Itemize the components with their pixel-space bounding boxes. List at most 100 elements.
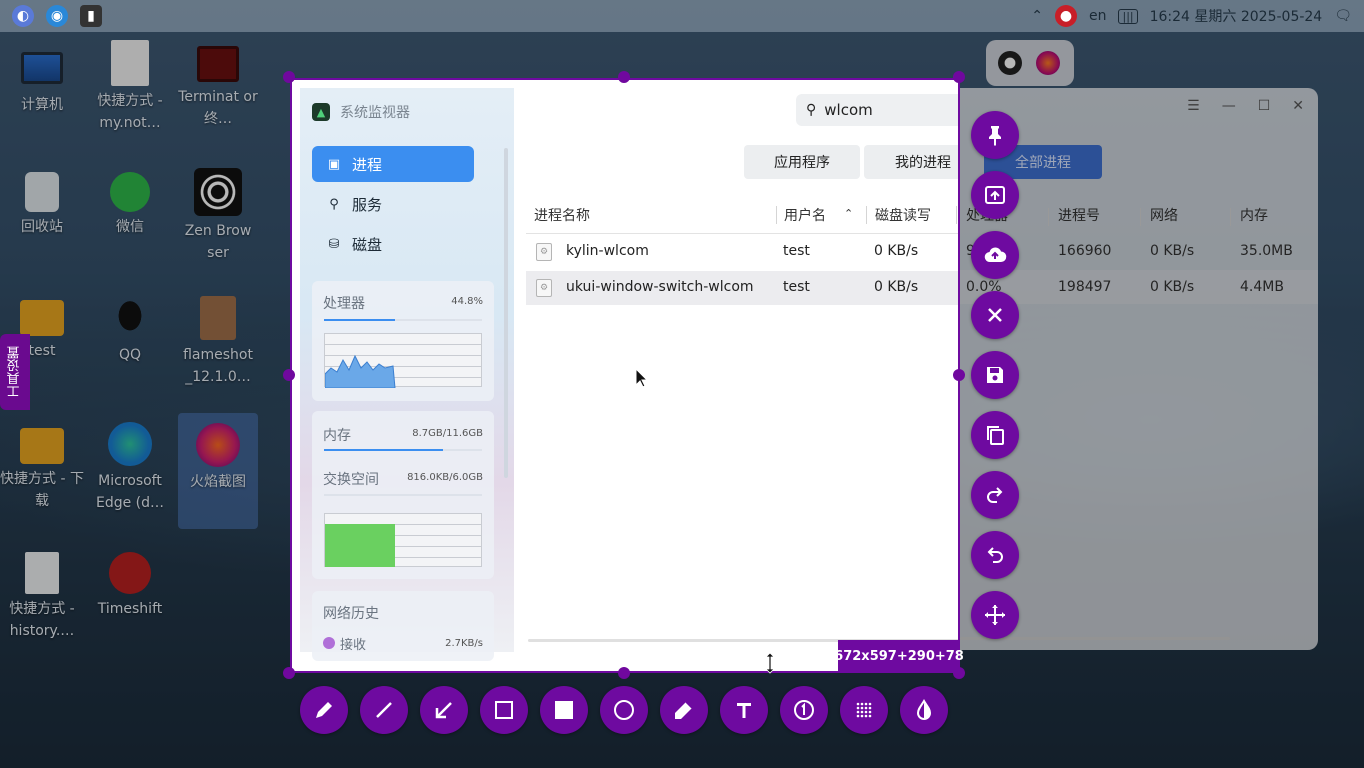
marker-icon: [675, 701, 693, 719]
sidebar-item-disk[interactable]: ⛁ 磁盘: [312, 226, 474, 262]
open-with-icon: [985, 186, 1005, 204]
system-monitor-logo-icon: ▲: [312, 103, 330, 121]
multitask-icon[interactable]: ▮: [80, 5, 102, 27]
text-icon: [737, 703, 751, 718]
sort-chevron-up-icon[interactable]: ⌃: [844, 207, 853, 220]
sidebar-item-process[interactable]: ▣ 进程: [312, 146, 474, 182]
cpu-usage-bar: [324, 319, 482, 321]
rectangle-icon: [495, 701, 513, 719]
header-divider: [526, 233, 958, 234]
undo-button[interactable]: [971, 531, 1019, 579]
receive-dot-icon: [323, 637, 335, 649]
line-icon: [376, 702, 392, 718]
process-gear-icon: ⚙: [536, 279, 552, 297]
system-monitor-window: ▲ 系统监视器 ▣ 进程 ⚲ 服务 ⛁ 磁盘 处理器 44.8% 内存 8.7G…: [300, 88, 958, 661]
resize-handle-left[interactable]: [283, 369, 295, 381]
close-icon: [988, 308, 1002, 322]
filled-rectangle-icon: [555, 701, 573, 719]
cpu-history-graph: [324, 333, 482, 388]
process-icon: ▣: [327, 156, 341, 172]
arrow-icon: [435, 702, 452, 719]
table-row[interactable]: ⚙ kylin-wlcom test 0 KB/s: [526, 235, 958, 269]
memory-card[interactable]: 内存 8.7GB/11.6GB 交换空间 816.0KB/6.0GB: [312, 411, 494, 579]
header-separator: [956, 206, 957, 224]
start-menu-icon[interactable]: ◐: [12, 5, 34, 27]
sidebar: ▲ 系统监视器 ▣ 进程 ⚲ 服务 ⛁ 磁盘 处理器 44.8% 内存 8.7G…: [300, 88, 514, 661]
circle-counter-icon: [794, 700, 814, 720]
undo-icon: [987, 547, 1003, 563]
circle-tool-button[interactable]: [600, 686, 648, 734]
open-with-button[interactable]: [971, 171, 1019, 219]
text-tool-button[interactable]: [720, 686, 768, 734]
marker-tool-button[interactable]: [660, 686, 708, 734]
memory-usage-bar: [324, 449, 482, 451]
mixer-icon[interactable]: |||: [1118, 8, 1138, 24]
top-panel: ◐ ◉ ▮ ⌃ ● en ||| 16:24 星期六 2025-05-24 🗨: [0, 0, 1364, 32]
tool-settings-tab[interactable]: 工具设置: [0, 334, 30, 410]
mouse-pointer-icon: [635, 368, 649, 388]
resize-handle-top[interactable]: [618, 71, 630, 83]
header-separator: [776, 206, 777, 224]
pin-icon: [989, 126, 1001, 146]
chevron-up-icon[interactable]: ⌃: [1031, 8, 1043, 24]
cpu-card[interactable]: 处理器 44.8%: [312, 281, 494, 401]
rectangle-tool-button[interactable]: [480, 686, 528, 734]
move-icon: [985, 605, 1005, 625]
main-content: ⚲ wlcom 应用程序 我的进程 进程名称 用户名 ⌃ 磁盘读写 ⚙ kyli…: [514, 88, 958, 652]
copy-button[interactable]: [971, 411, 1019, 459]
pixelate-tool-button[interactable]: [840, 686, 888, 734]
selection-size-label: 672x597+290+78: [834, 640, 964, 673]
invert-tool-button[interactable]: [900, 686, 948, 734]
cpu-graph-svg: [325, 354, 396, 388]
process-gear-icon: ⚙: [536, 243, 552, 261]
search-icon: ⚲: [806, 102, 817, 118]
filled-rectangle-tool-button[interactable]: [540, 686, 588, 734]
disk-icon: ⛁: [328, 236, 340, 252]
input-method-indicator[interactable]: en: [1089, 8, 1107, 24]
notification-icon[interactable]: 🗨: [1334, 8, 1352, 24]
sidebar-item-service[interactable]: ⚲ 服务: [312, 186, 474, 222]
column-header-name[interactable]: 进程名称: [534, 205, 590, 225]
resize-handle-top-left[interactable]: [283, 71, 295, 83]
move-button[interactable]: [971, 591, 1019, 639]
header-separator: [866, 206, 867, 224]
clock[interactable]: 16:24 星期六 2025-05-24: [1150, 6, 1323, 26]
column-header-disk[interactable]: 磁盘读写: [875, 205, 931, 225]
invert-icon: [916, 699, 932, 720]
vertical-resize-cursor-icon: [765, 652, 775, 674]
search-input[interactable]: ⚲ wlcom: [796, 94, 958, 126]
service-icon: ⚲: [329, 196, 339, 212]
resize-handle-top-right[interactable]: [953, 71, 965, 83]
tab-applications[interactable]: 应用程序: [744, 145, 860, 179]
counter-tool-button[interactable]: [780, 686, 828, 734]
redo-button[interactable]: [971, 471, 1019, 519]
copy-icon: [987, 426, 1004, 445]
redo-icon: [987, 487, 1003, 503]
resize-handle-bottom[interactable]: [618, 667, 630, 679]
swap-usage-bar: [324, 494, 482, 496]
tab-my-processes[interactable]: 我的进程: [864, 145, 958, 179]
pencil-icon: [316, 702, 332, 718]
upload-button[interactable]: [971, 231, 1019, 279]
table-row[interactable]: ⚙ ukui-window-switch-wlcom test 0 KB/s: [526, 271, 958, 305]
save-button[interactable]: [971, 351, 1019, 399]
upload-icon: [984, 247, 1007, 263]
pin-button[interactable]: [971, 111, 1019, 159]
network-card[interactable]: 网络历史 接收 2.7KB/s: [312, 591, 494, 661]
tray-app-icon[interactable]: ●: [1054, 5, 1077, 27]
circle-icon: [614, 700, 634, 720]
app-title: ▲ 系统监视器: [312, 102, 410, 122]
pencil-tool-button[interactable]: [300, 686, 348, 734]
exit-capture-button[interactable]: [971, 291, 1019, 339]
memory-history-graph: [324, 513, 482, 567]
resize-handle-right[interactable]: [953, 369, 965, 381]
column-header-user[interactable]: 用户名: [784, 205, 826, 225]
browser-icon[interactable]: ◉: [46, 5, 68, 27]
resize-handle-bottom-left[interactable]: [283, 667, 295, 679]
capture-selection[interactable]: ▲ 系统监视器 ▣ 进程 ⚲ 服务 ⛁ 磁盘 处理器 44.8% 内存 8.7G…: [290, 78, 960, 673]
arrow-tool-button[interactable]: [420, 686, 468, 734]
sidebar-scrollbar[interactable]: [504, 148, 508, 478]
line-tool-button[interactable]: [360, 686, 408, 734]
memory-graph-fill: [325, 524, 395, 567]
save-icon: [987, 367, 1003, 383]
